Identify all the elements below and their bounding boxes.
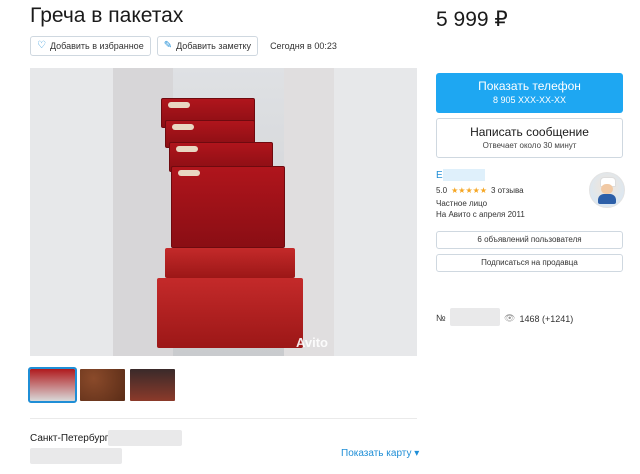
seller-rating: 5.0 ★★★★★ 3 отзыва: [436, 186, 524, 195]
posted-date: Сегодня в 00:23: [270, 41, 337, 51]
divider: [30, 418, 417, 419]
listing-actions: ♡ Добавить в избранное ✎ Добавить заметк…: [30, 36, 337, 56]
write-message-label: Написать сообщение: [470, 125, 589, 139]
note-icon: ✎: [163, 40, 173, 51]
write-message-button[interactable]: Написать сообщение Отвечает около 30 мин…: [436, 118, 623, 158]
add-to-favorites-button[interactable]: ♡ Добавить в избранное: [30, 36, 151, 56]
photo-thumbnails: [28, 367, 175, 403]
seller-avatar[interactable]: [589, 172, 625, 208]
chevron-down-icon: ▾: [414, 448, 420, 459]
add-to-favorites-label: Добавить в избранное: [49, 41, 144, 51]
user-ads-button[interactable]: 6 объявлений пользователя: [436, 231, 623, 249]
views-value: 1468 (+1241): [519, 313, 574, 324]
eye-icon: 👁: [504, 313, 516, 323]
reviews-link[interactable]: 3 отзыва: [491, 186, 524, 195]
thumbnail-3[interactable]: [130, 369, 175, 401]
reply-time: Отвечает около 30 минут: [482, 141, 577, 150]
location-city: Санкт-Петербург: [30, 433, 109, 444]
photo-watermark: Avito: [295, 335, 328, 350]
add-note-label: Добавить заметку: [176, 41, 252, 51]
photo-gallery[interactable]: Avito: [30, 68, 417, 356]
product-pack: [157, 278, 303, 348]
seller-type: Частное лицо: [436, 199, 488, 208]
listing-photo[interactable]: Avito: [113, 68, 334, 356]
show-map-link[interactable]: Показать карту ▾: [341, 448, 419, 459]
show-phone-button[interactable]: Показать телефон 8 905 XXX-XX-XX: [436, 73, 623, 113]
thumbnail-1[interactable]: [28, 367, 77, 403]
listing-price: 5 999 ₽: [436, 8, 508, 31]
redacted-ad-number: [450, 308, 500, 326]
show-map-label: Показать карту: [341, 448, 412, 459]
thumbnail-2[interactable]: [80, 369, 125, 401]
view-count: 👁 1468 (+1241): [504, 313, 573, 324]
redacted-address: [30, 448, 122, 464]
product-box: [171, 166, 285, 248]
add-note-button[interactable]: ✎ Добавить заметку: [156, 36, 259, 56]
heart-icon: ♡: [37, 40, 46, 51]
seller-since: На Авито с апреля 2011: [436, 210, 525, 219]
product-pack: [165, 248, 295, 278]
seller-name-link[interactable]: Е: [436, 170, 443, 181]
phone-masked: 8 905 XXX-XX-XX: [492, 95, 567, 105]
listing-title: Греча в пакетах: [30, 4, 184, 27]
rating-value: 5.0: [436, 186, 448, 195]
subscribe-seller-button[interactable]: Подписаться на продавца: [436, 254, 623, 272]
star-icons: ★★★★★: [451, 186, 487, 195]
redacted-seller-name: [443, 169, 485, 181]
ad-number-label: №: [436, 313, 446, 323]
show-phone-label: Показать телефон: [478, 79, 581, 93]
redacted-address: [108, 430, 182, 446]
